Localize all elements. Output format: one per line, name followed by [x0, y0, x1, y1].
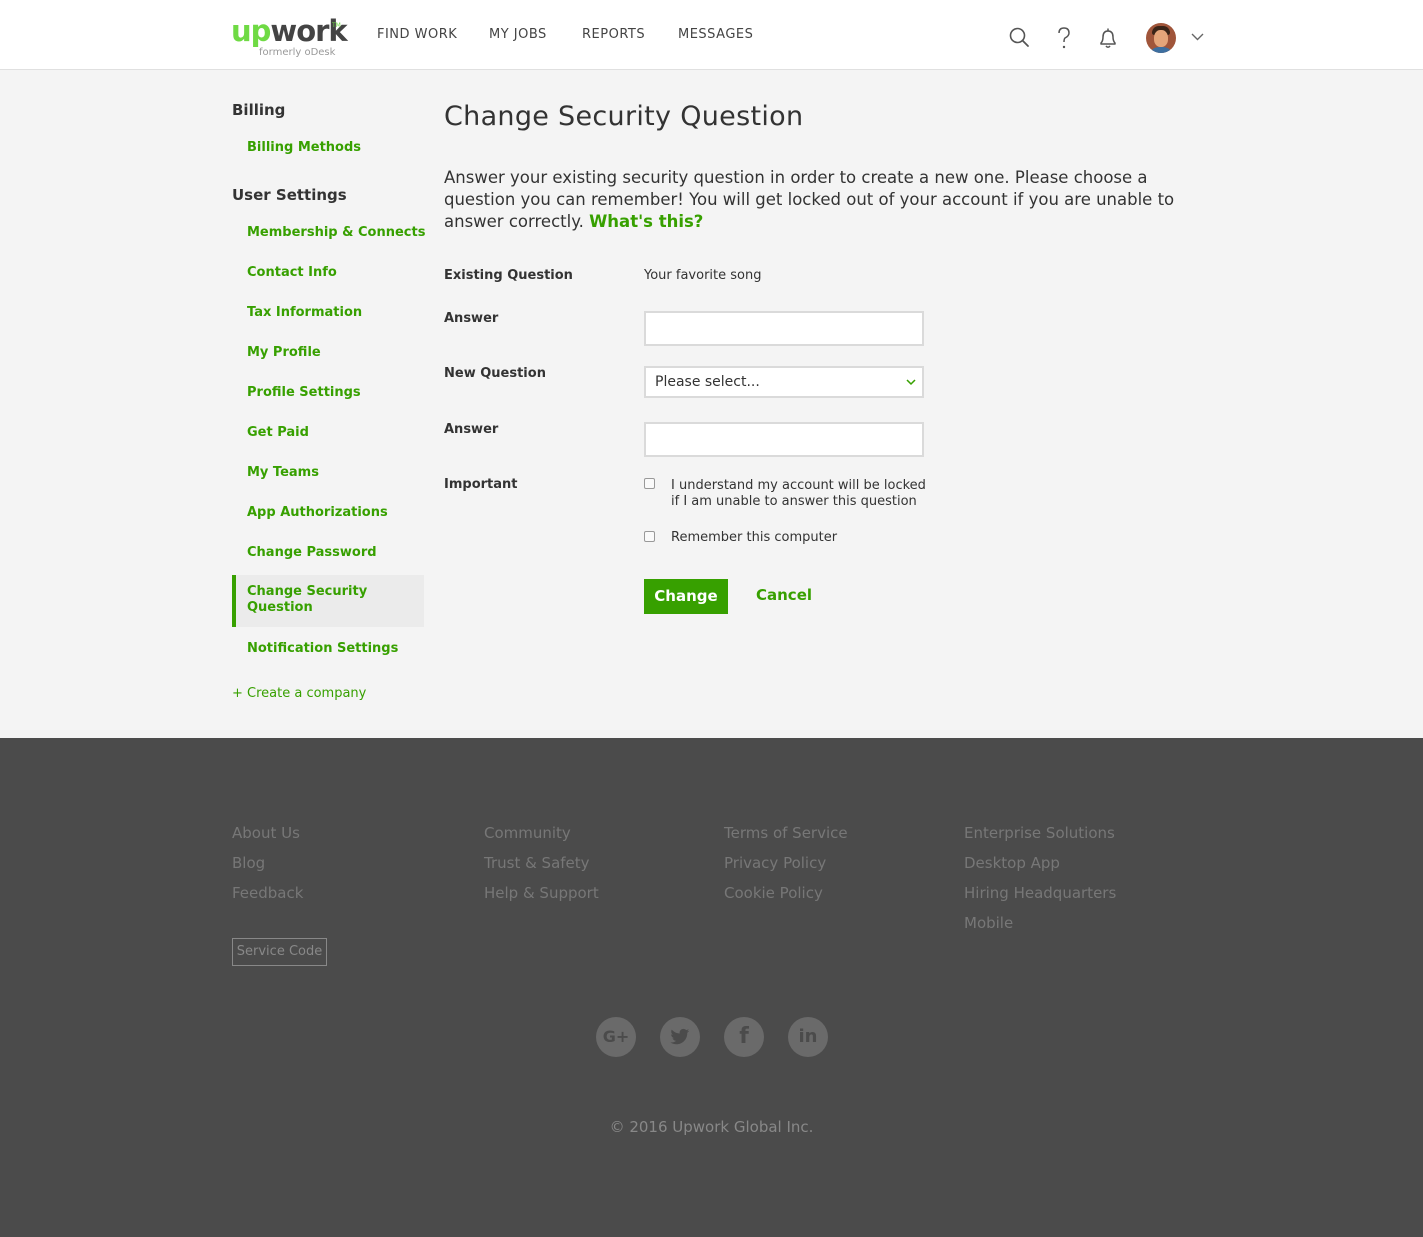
existing-question-value: Your favorite song — [644, 268, 762, 283]
footer-link-feedback[interactable]: Feedback — [232, 884, 303, 902]
sidebar-item-app-authorizations[interactable]: App Authorizations — [247, 505, 388, 520]
remember-computer-label[interactable]: Remember this computer — [671, 530, 931, 546]
locked-understand-label[interactable]: I understand my account will be locked i… — [671, 478, 931, 510]
facebook-icon[interactable]: f — [724, 1017, 764, 1057]
nav-find-work[interactable]: FIND WORK — [377, 27, 457, 42]
footer-link-desktop-app[interactable]: Desktop App — [964, 854, 1060, 872]
logo-subtitle: formerly oDesk — [259, 47, 336, 58]
nav-my-jobs[interactable]: MY JOBS — [489, 27, 547, 42]
logo-up: up — [231, 14, 271, 48]
sidebar-item-my-profile[interactable]: My Profile — [247, 345, 321, 360]
linkedin-icon[interactable]: in — [788, 1017, 828, 1057]
help-icon[interactable] — [1052, 26, 1076, 50]
linkedin-glyph: in — [798, 1026, 818, 1047]
footer-link-privacy[interactable]: Privacy Policy — [724, 854, 826, 872]
footer-link-cookie[interactable]: Cookie Policy — [724, 884, 823, 902]
label-important: Important — [444, 477, 518, 492]
avatar-face — [1154, 30, 1168, 47]
answer-new-input[interactable] — [644, 422, 924, 457]
top-header: upwork TM formerly oDesk FIND WORK MY JO… — [0, 0, 1423, 70]
footer-link-terms[interactable]: Terms of Service — [724, 824, 848, 842]
search-icon[interactable] — [1008, 26, 1032, 50]
facebook-glyph: f — [739, 1024, 749, 1049]
remember-computer-checkbox[interactable] — [644, 531, 655, 542]
twitter-icon[interactable] — [660, 1017, 700, 1057]
footer-link-community[interactable]: Community — [484, 824, 571, 842]
answer-existing-input[interactable] — [644, 311, 924, 346]
avatar[interactable] — [1146, 23, 1176, 53]
chevron-down-icon — [906, 379, 916, 386]
label-new-question: New Question — [444, 366, 546, 381]
footer-link-enterprise[interactable]: Enterprise Solutions — [964, 824, 1115, 842]
change-button[interactable]: Change — [644, 579, 728, 614]
sidebar-item-change-password[interactable]: Change Password — [247, 545, 377, 560]
footer-link-blog[interactable]: Blog — [232, 854, 265, 872]
footer-link-hiring-hq[interactable]: Hiring Headquarters — [964, 884, 1116, 902]
footer-link-help-support[interactable]: Help & Support — [484, 884, 599, 902]
whats-this-link[interactable]: What's this? — [589, 212, 703, 231]
logo-tm: TM — [332, 22, 341, 29]
sidebar-item-billing-methods[interactable]: Billing Methods — [247, 140, 361, 155]
chevron-down-icon[interactable] — [1191, 32, 1204, 42]
copyright: © 2016 Upwork Global Inc. — [609, 1118, 814, 1136]
new-question-select[interactable]: Please select... — [644, 366, 924, 398]
bell-icon[interactable] — [1096, 26, 1120, 50]
locked-understand-checkbox[interactable] — [644, 478, 655, 489]
logo-wordmark: upwork — [231, 14, 348, 48]
new-question-selected: Please select... — [655, 374, 760, 390]
sidebar-item-contact-info[interactable]: Contact Info — [247, 265, 337, 280]
sidebar-item-tax-information[interactable]: Tax Information — [247, 305, 362, 320]
footer-link-mobile[interactable]: Mobile — [964, 914, 1013, 932]
nav-messages[interactable]: MESSAGES — [678, 27, 753, 42]
upwork-logo[interactable]: upwork TM formerly oDesk — [231, 14, 348, 60]
label-answer-2: Answer — [444, 422, 499, 437]
page-title: Change Security Question — [444, 101, 804, 132]
sidebar-item-membership[interactable]: Membership & Connects — [247, 225, 425, 240]
cancel-button[interactable]: Cancel — [756, 586, 812, 604]
google-plus-icon[interactable]: G+ — [596, 1017, 636, 1057]
label-existing-question: Existing Question — [444, 268, 573, 283]
avatar-shirt — [1149, 47, 1173, 53]
footer-link-trust-safety[interactable]: Trust & Safety — [484, 854, 590, 872]
logo-work: work — [270, 14, 347, 48]
label-answer-1: Answer — [444, 311, 499, 326]
sidebar-item-profile-settings[interactable]: Profile Settings — [247, 385, 361, 400]
twitter-bird-glyph — [670, 1028, 690, 1045]
sidebar-heading-user-settings: User Settings — [232, 186, 347, 204]
service-code-button[interactable]: Service Code — [232, 938, 327, 966]
nav-reports[interactable]: REPORTS — [582, 27, 645, 42]
sidebar-item-my-teams[interactable]: My Teams — [247, 465, 319, 480]
create-company-link[interactable]: + Create a company — [232, 686, 366, 701]
google-plus-glyph: G+ — [602, 1027, 630, 1046]
sidebar-heading-billing: Billing — [232, 101, 286, 119]
sidebar-item-notification-settings[interactable]: Notification Settings — [247, 641, 398, 656]
footer — [0, 738, 1423, 1237]
footer-link-about-us[interactable]: About Us — [232, 824, 300, 842]
sidebar-item-get-paid[interactable]: Get Paid — [247, 425, 309, 440]
intro-body: Answer your existing security question i… — [444, 168, 1175, 231]
sidebar-item-label-active[interactable]: Change Security Question — [247, 584, 407, 616]
intro-text: Answer your existing security question i… — [444, 167, 1184, 233]
